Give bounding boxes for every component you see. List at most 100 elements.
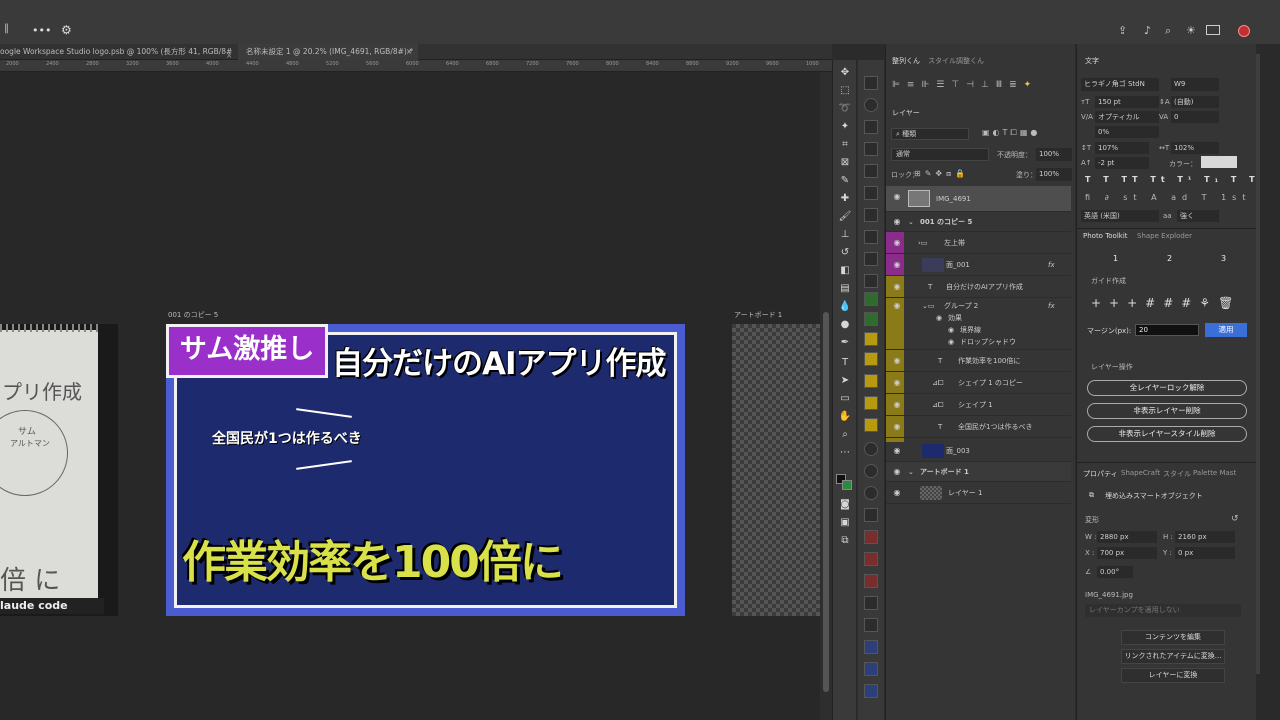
tab-untitled[interactable]: 名称未設定 1 @ 20.2% (IMG_4691, RGB/8#) * <box>238 44 418 60</box>
path-icon[interactable] <box>864 208 878 222</box>
screen-mode-icon[interactable]: ▣ <box>838 516 852 530</box>
antialias-select[interactable]: 強く <box>1177 210 1219 222</box>
camera-icon[interactable] <box>864 274 878 288</box>
chevron-down-icon[interactable]: ⌄ <box>908 212 914 232</box>
width-input[interactable]: 2880 px <box>1097 531 1157 543</box>
notes-icon[interactable] <box>864 252 878 266</box>
lock-icons[interactable]: ⊞✎✥⧈🔒 <box>914 169 969 179</box>
plugin-red-icon[interactable] <box>864 552 878 566</box>
history-brush-icon[interactable]: ↺ <box>838 246 852 260</box>
effect-row[interactable]: ◉ ドロップシャドウ <box>886 336 1071 350</box>
tab-style[interactable]: スタイル <box>1163 469 1191 479</box>
opacity-input[interactable]: 100% <box>1036 148 1072 161</box>
plugin-icon[interactable] <box>864 508 878 522</box>
plugin-yellow-icon[interactable] <box>864 352 878 366</box>
reset-icon[interactable]: ↺ <box>1231 514 1239 524</box>
tab-style-adjust[interactable]: スタイル調整くん <box>928 56 984 66</box>
layer-row[interactable]: ◉ IMG_4691 <box>886 186 1071 212</box>
plugin-green-icon[interactable] <box>864 292 878 306</box>
eye-icon[interactable]: ◉ <box>890 212 904 232</box>
toolkit-tab-2[interactable]: 2 <box>1167 254 1172 263</box>
plugin-blue-icon[interactable] <box>864 662 878 676</box>
edit-contents-button[interactable]: コンテンツを編集 <box>1121 630 1225 645</box>
align-bottom-icon[interactable]: ⊥ <box>981 80 989 94</box>
tab-palette-mast[interactable]: Palette Mast <box>1193 469 1236 477</box>
star-icon[interactable]: ✦ <box>1024 80 1032 94</box>
plugin-icon[interactable] <box>864 486 878 500</box>
layer-row[interactable]: ◉ T 全国民が1つは作るべき <box>886 416 1071 438</box>
eyedropper-icon[interactable]: ✎ <box>838 174 852 188</box>
gear-icon[interactable]: ⚙ <box>61 23 72 37</box>
eye-icon[interactable]: ◉ <box>890 186 904 208</box>
scroll-thumb[interactable] <box>1256 54 1260 674</box>
font-size-input[interactable]: 150 pt <box>1095 96 1159 108</box>
dodge-icon[interactable]: ● <box>838 318 852 332</box>
more-tools-icon[interactable]: ⋯ <box>838 446 852 460</box>
align-middle-icon[interactable]: ⊣ <box>966 80 974 94</box>
distribute-icon[interactable]: Ⅲ <box>996 80 1002 94</box>
canvas-area[interactable]: プリ作成 サム アルトマン 倍 に laude code 001 のコピー 5 … <box>0 72 820 720</box>
plugin-red-icon[interactable] <box>864 530 878 544</box>
convert-to-layers-button[interactable]: レイヤーに変換 <box>1121 668 1225 683</box>
layer-row[interactable]: ◉ T 自分だけのAIアプリ作成 <box>886 276 1071 298</box>
font-weight-select[interactable]: W9 <box>1171 78 1219 91</box>
close-icon[interactable]: × <box>406 44 414 60</box>
layer-row[interactable]: ◉ ›▭ 左上帯 <box>886 232 1071 254</box>
eye-icon[interactable]: ◉ <box>890 350 904 372</box>
background-color[interactable] <box>842 480 852 490</box>
eye-icon[interactable]: ◉ <box>890 232 904 254</box>
font-family-select[interactable]: ヒラギノ角ゴ StdN <box>1081 78 1159 91</box>
eye-icon[interactable]: ◉ <box>890 276 904 298</box>
move-icon[interactable]: ✥ <box>838 66 852 80</box>
guide-buttons[interactable]: +++###⚘🗑 <box>1091 296 1241 310</box>
shape-icon[interactable]: ▭ <box>838 392 852 406</box>
healing-icon[interactable]: ✚ <box>838 192 852 206</box>
right-scrollbar[interactable] <box>1256 44 1280 720</box>
eye-icon[interactable]: ◉ <box>948 336 954 348</box>
layer-row[interactable]: ◉ ⊿⧠ シェイプ 1 のコピー <box>886 372 1071 394</box>
delete-hidden-styles-button[interactable]: 非表示レイヤースタイル削除 <box>1087 426 1247 442</box>
zoom-icon[interactable]: ⌕ <box>838 428 852 442</box>
thumbnail-artboard[interactable]: サム激推し 自分だけのAIアプリ作成 全国民が1つは作るべき 作業効率を100倍… <box>166 324 685 616</box>
circle-icon[interactable] <box>864 98 878 112</box>
text-style-buttons[interactable]: T T TT Tt T¹ T₁ T T <box>1085 175 1260 184</box>
plugin-red-icon[interactable] <box>864 574 878 588</box>
plugin-yellow-icon[interactable] <box>864 396 878 410</box>
canvas-scrollbar[interactable] <box>820 72 832 720</box>
marquee-icon[interactable]: ⬚ <box>838 84 852 98</box>
avatar[interactable] <box>1238 25 1250 37</box>
delete-hidden-layers-button[interactable]: 非表示レイヤー削除 <box>1087 403 1247 419</box>
blur-icon[interactable]: 💧 <box>838 300 852 314</box>
tab-shape-exploder[interactable]: Shape Exploder <box>1137 232 1192 240</box>
magic-wand-icon[interactable]: ✦ <box>838 120 852 134</box>
eye-icon[interactable]: ◉ <box>890 462 904 482</box>
bell-icon[interactable]: ♪ <box>1144 24 1151 37</box>
pen-icon[interactable]: ✒ <box>838 336 852 350</box>
eye-icon[interactable]: ◉ <box>890 372 904 394</box>
angle-input[interactable]: 0.00° <box>1097 566 1133 578</box>
artboard-icon[interactable]: ⧉ <box>838 534 852 548</box>
align-left-icon[interactable]: ⊫ <box>892 80 900 94</box>
eye-icon[interactable]: ◉ <box>890 416 904 438</box>
filter-icons[interactable]: ▣◐T⧠▦● <box>982 128 1040 138</box>
layer-row[interactable]: ◉ T 作業効率を100倍に <box>886 350 1071 372</box>
x-input[interactable]: 700 px <box>1097 547 1157 559</box>
adjust-icon[interactable] <box>864 186 878 200</box>
light-icon[interactable]: ☀ <box>1186 24 1196 37</box>
align-top-icon[interactable]: ⊤ <box>951 80 959 94</box>
y-input[interactable]: 0 px <box>1175 547 1235 559</box>
effect-row[interactable]: ◉ 境界線 <box>886 324 1071 336</box>
plugin-icon[interactable] <box>864 464 878 478</box>
path-select-icon[interactable]: ➤ <box>838 374 852 388</box>
align-center-icon[interactable]: ≡ <box>907 80 915 94</box>
convert-linked-button[interactable]: リンクされたアイテムに変換... <box>1121 649 1225 664</box>
share-icon[interactable]: ⇪ <box>1118 24 1127 37</box>
layer-comp-select[interactable]: レイヤーカンプを適用しない <box>1085 604 1241 617</box>
blend-mode-select[interactable]: 通常 <box>891 148 989 161</box>
margin-input[interactable]: 20 <box>1135 324 1199 336</box>
glyph-icon[interactable] <box>864 230 878 244</box>
brush-icon[interactable]: 🖌 <box>838 210 852 224</box>
workspace-icon[interactable] <box>1206 25 1220 35</box>
panel-toggle-icon[interactable]: ‖ <box>4 23 14 37</box>
scroll-thumb[interactable] <box>823 312 829 692</box>
